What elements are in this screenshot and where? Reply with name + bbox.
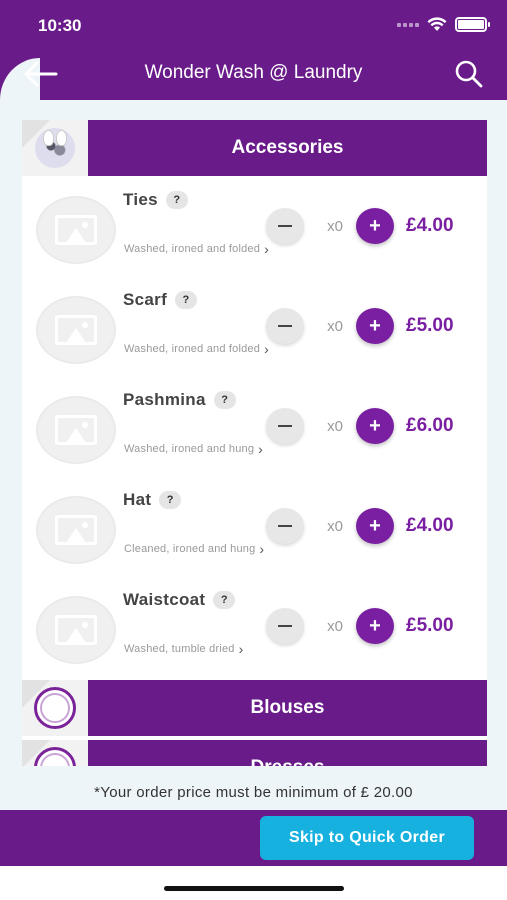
help-icon[interactable]: ? <box>213 591 236 609</box>
item-price: £5.00 <box>406 315 454 336</box>
battery-icon <box>455 17 490 32</box>
item-name: Scarf? <box>123 290 198 310</box>
list-item: Scarf? Washed, ironed and folded › x0 + £… <box>22 280 487 380</box>
arrow-left-icon <box>24 61 58 87</box>
item-name: Hat? <box>123 490 182 510</box>
chevron-right-icon: › <box>238 641 244 657</box>
page-title: Wonder Wash @ Laundry <box>144 62 363 83</box>
item-price: £4.00 <box>406 515 454 536</box>
chevron-right-icon: › <box>259 541 265 557</box>
minus-icon <box>278 425 292 427</box>
footer-bar: Skip to Quick Order <box>0 810 507 866</box>
plus-icon: + <box>369 614 381 637</box>
back-button[interactable] <box>22 58 62 90</box>
item-price: £4.00 <box>406 215 454 236</box>
list-item: Hat? Cleaned, ironed and hung › x0 + £4.0… <box>22 480 487 580</box>
minus-icon <box>278 225 292 227</box>
item-quantity: x0 <box>327 318 343 335</box>
status-bar: 10:30 <box>0 0 507 50</box>
chevron-right-icon: › <box>264 241 269 257</box>
image-placeholder-icon <box>36 396 116 464</box>
list-item: Waistcoat? Washed, tumble dried › x0 + £5… <box>22 580 487 680</box>
plus-icon: + <box>369 414 381 437</box>
help-icon[interactable]: ? <box>159 491 182 509</box>
help-icon[interactable]: ? <box>213 391 236 409</box>
chevron-right-icon: › <box>258 441 264 457</box>
help-icon[interactable]: ? <box>175 291 198 309</box>
plus-icon: + <box>369 214 381 237</box>
item-name: Waistcoat? <box>123 590 236 610</box>
list-item: Pashmina? Washed, ironed and hung › x0 + … <box>22 380 487 480</box>
plus-icon: + <box>369 314 381 337</box>
app-header: 10:30 Wonder Wash @ Laundry <box>0 0 507 100</box>
category-photo-icon <box>35 128 75 168</box>
search-button[interactable] <box>453 58 485 90</box>
image-placeholder-icon <box>36 296 116 364</box>
minus-icon <box>278 625 292 627</box>
category-image <box>22 740 88 766</box>
increase-quantity-button[interactable]: + <box>356 208 394 244</box>
decrease-quantity-button[interactable] <box>266 308 304 344</box>
minus-icon <box>278 525 292 527</box>
decrease-quantity-button[interactable] <box>266 208 304 244</box>
home-indicator[interactable] <box>164 886 344 891</box>
image-placeholder-icon <box>36 196 116 264</box>
category-image <box>22 120 88 176</box>
decrease-quantity-button[interactable] <box>266 508 304 544</box>
category-header-blouses[interactable]: Blouses <box>22 680 487 736</box>
image-placeholder-icon <box>36 496 116 564</box>
list-item: Ties? Washed, ironed and folded › x0 + £4… <box>22 180 487 280</box>
skip-to-quick-order-button[interactable]: Skip to Quick Order <box>260 816 474 860</box>
item-description-link[interactable]: Washed, ironed and folded › <box>124 342 269 356</box>
wifi-icon <box>427 17 447 31</box>
item-description-link[interactable]: Cleaned, ironed and hung › <box>124 542 264 556</box>
home-indicator-area <box>0 866 507 900</box>
item-price: £5.00 <box>406 615 454 636</box>
increase-quantity-button[interactable]: + <box>356 508 394 544</box>
item-quantity: x0 <box>327 518 343 535</box>
category-list: Accessories Ties? Washed, ironed and fol… <box>22 120 487 766</box>
box-icon <box>34 747 76 766</box>
item-quantity: x0 <box>327 618 343 635</box>
item-name: Pashmina? <box>123 390 236 410</box>
item-description-link[interactable]: Washed, tumble dried › <box>124 642 243 656</box>
category-image <box>22 680 88 736</box>
signal-icon <box>397 22 419 27</box>
category-title: Accessories <box>88 120 487 176</box>
image-placeholder-icon <box>36 596 116 664</box>
item-quantity: x0 <box>327 218 343 235</box>
item-name: Ties? <box>123 190 188 210</box>
minimum-order-note: *Your order price must be minimum of £ 2… <box>94 784 413 801</box>
increase-quantity-button[interactable]: + <box>356 608 394 644</box>
category-title: Dresses <box>88 740 487 766</box>
chevron-right-icon: › <box>264 341 269 357</box>
item-description-link[interactable]: Washed, ironed and folded › <box>124 242 269 256</box>
category-header-dresses[interactable]: Dresses <box>22 740 487 766</box>
decrease-quantity-button[interactable] <box>266 408 304 444</box>
category-title: Blouses <box>88 680 487 736</box>
category-header-accessories[interactable]: Accessories <box>22 120 487 176</box>
item-price: £6.00 <box>406 415 454 436</box>
status-time: 10:30 <box>38 16 82 35</box>
decrease-quantity-button[interactable] <box>266 608 304 644</box>
help-icon[interactable]: ? <box>165 191 188 209</box>
box-icon <box>34 687 76 729</box>
search-icon <box>455 60 483 88</box>
item-quantity: x0 <box>327 418 343 435</box>
increase-quantity-button[interactable]: + <box>356 308 394 344</box>
minus-icon <box>278 325 292 327</box>
status-icons <box>397 17 490 32</box>
increase-quantity-button[interactable]: + <box>356 408 394 444</box>
item-description-link[interactable]: Washed, ironed and hung › <box>124 442 263 456</box>
plus-icon: + <box>369 514 381 537</box>
